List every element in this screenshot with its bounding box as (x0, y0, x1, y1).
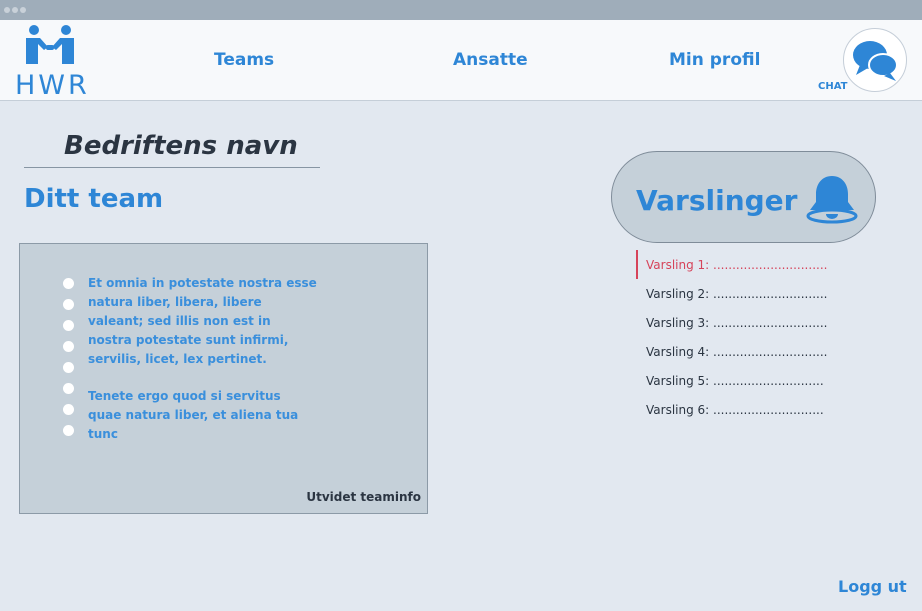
company-name-underline (24, 167, 320, 168)
team-radio-option[interactable] (63, 404, 74, 415)
notification-item[interactable]: Varsling 2: ............................… (636, 279, 836, 308)
window-minimize-dot[interactable] (12, 7, 18, 13)
team-radio-option[interactable] (63, 278, 74, 289)
team-radio-option[interactable] (63, 299, 74, 310)
window-close-dot[interactable] (4, 7, 10, 13)
team-radio-option[interactable] (63, 362, 74, 373)
notifications-header[interactable]: Varslinger (611, 151, 876, 243)
expanded-team-info-link[interactable]: Utvidet teaminfo (306, 490, 421, 504)
window-titlebar (0, 0, 922, 20)
notifications-list: Varsling 1: ............................… (636, 250, 836, 424)
chat-label: CHAT (818, 81, 848, 92)
logo-text: HWR (15, 70, 90, 101)
handshake-people-icon (26, 25, 74, 64)
team-heading: Ditt team (24, 184, 164, 214)
team-panel: Et omnia in potestate nostra esse natura… (19, 243, 428, 514)
notification-item[interactable]: Varsling 5: ............................… (636, 366, 836, 395)
team-radio-option[interactable] (63, 341, 74, 352)
nav-employees[interactable]: Ansatte (453, 50, 528, 70)
logout-button[interactable]: Logg ut (838, 577, 907, 596)
team-description-paragraph: Tenete ergo quod si servitus quae natura… (88, 389, 299, 441)
notification-item[interactable]: Varsling 3: ............................… (636, 308, 836, 337)
team-description: Et omnia in potestate nostra esse natura… (88, 274, 318, 444)
window-maximize-dot[interactable] (20, 7, 26, 13)
team-radio-option[interactable] (63, 320, 74, 331)
notifications-title: Varslinger (636, 184, 798, 217)
team-radio-option[interactable] (63, 425, 74, 436)
chat-bubbles-icon (853, 41, 898, 81)
window-controls[interactable] (4, 7, 26, 13)
notification-item[interactable]: Varsling 4: ............................… (636, 337, 836, 366)
chat-button[interactable] (843, 28, 907, 92)
company-name: Bedriftens navn (64, 131, 298, 161)
notification-item[interactable]: Varsling 6: ............................… (636, 395, 836, 424)
logo[interactable]: HWR (12, 24, 90, 101)
nav-my-profile[interactable]: Min profil (669, 50, 760, 70)
top-navigation-bar: HWR Teams Ansatte Min profil CHAT (0, 20, 922, 101)
nav-teams[interactable]: Teams (214, 50, 274, 70)
team-description-paragraph: Et omnia in potestate nostra esse natura… (88, 276, 317, 366)
notification-item[interactable]: Varsling 1: ............................… (636, 250, 836, 279)
team-radio-list (63, 278, 74, 446)
team-radio-option[interactable] (63, 383, 74, 394)
bell-icon (806, 176, 858, 224)
